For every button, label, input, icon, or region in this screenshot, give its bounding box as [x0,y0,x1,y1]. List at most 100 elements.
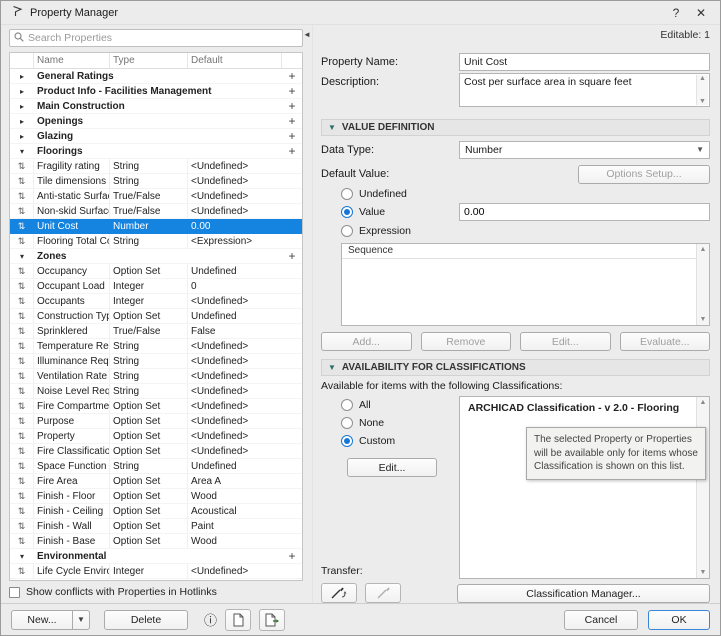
pickup-parameters-button[interactable] [321,583,357,603]
property-name-input[interactable] [459,52,710,71]
property-row[interactable]: ⇅Anti-static SurfaceTrue/False<Undefined… [10,189,302,204]
property-row[interactable]: ⇅ Space Function String Undefined [10,459,302,474]
cancel-button[interactable]: Cancel [564,609,638,630]
radio-expression[interactable]: Expression [341,223,710,239]
property-row[interactable]: ⇅Life Cycle Environ...Integer<Undefined> [10,564,302,579]
property-group-row[interactable]: ▸ Glazing + [10,129,302,144]
classification-list[interactable]: ARCHICAD Classification - v 2.0 - Floori… [459,396,710,579]
property-row[interactable]: ⇅ Fragility rating String <Undefined> [10,159,302,174]
delete-button[interactable]: Delete [104,609,188,630]
scroll-down-icon[interactable]: ▼ [699,98,706,105]
add-property-icon[interactable]: + [282,99,302,113]
panel-splitter[interactable]: ◄ [303,25,313,603]
section-collapse-icon[interactable]: ▼ [328,123,336,132]
radio-custom-circle[interactable] [341,435,353,448]
property-row[interactable]: ⇅ Tile dimensions String <Undefined> [10,174,302,189]
conflicts-checkbox[interactable] [9,586,20,598]
property-group-row[interactable]: ▸ Main Construction + [10,99,302,114]
property-row[interactable]: ⇅Noise Level Requ...String<Undefined> [10,384,302,399]
section-collapse-icon[interactable]: ▼ [328,363,336,372]
new-button[interactable]: New... [11,609,73,630]
add-property-icon[interactable]: + [282,114,302,128]
property-row[interactable]: ⇅ Finish - Ceiling Option Set Acoustical [10,504,302,519]
scroll-up-icon[interactable]: ▲ [699,75,706,82]
radio-none-circle[interactable] [341,417,353,430]
property-row[interactable]: ⇅Construction TypesOption SetUndefined [10,309,302,324]
classification-item[interactable]: ARCHICAD Classification - v 2.0 - Floori… [460,397,709,419]
property-row[interactable]: ⇅Flooring Total CostString<Expression> [10,234,302,249]
ok-button[interactable]: OK [648,609,710,630]
data-type-select[interactable]: Number ▼ [459,140,710,159]
close-button[interactable]: ✕ [692,6,710,20]
add-property-icon[interactable]: + [282,549,302,563]
availability-header[interactable]: ▼ AVAILABILITY FOR CLASSIFICATIONS [321,359,710,377]
group-collapsed-icon[interactable]: ▸ [10,72,34,81]
property-group-row[interactable]: ▾ Environmental + [10,549,302,564]
add-button[interactable]: Add... [321,332,412,352]
sequence-list[interactable]: Sequence ▲ ▼ [341,243,710,327]
new-dropdown-arrow-icon[interactable]: ▼ [73,609,90,630]
radio-all-circle[interactable] [341,399,353,412]
column-header-type[interactable]: Type [110,53,188,68]
property-row[interactable]: ⇅ Property Option Set <Undefined> [10,429,302,444]
column-header-name[interactable]: Name [34,53,110,68]
property-row[interactable]: ⇅ Finish - Floor Option Set Wood [10,489,302,504]
group-expanded-icon[interactable]: ▾ [10,147,34,156]
group-expanded-icon[interactable]: ▾ [10,252,34,261]
group-collapsed-icon[interactable]: ▸ [10,117,34,126]
group-expanded-icon[interactable]: ▾ [10,552,34,561]
sequence-scrollbar[interactable]: ▲ ▼ [696,244,709,326]
property-group-row[interactable]: ▸ Openings + [10,114,302,129]
description-input[interactable]: Cost per surface area in square feet ▲ ▼ [459,72,710,107]
group-collapsed-icon[interactable]: ▸ [10,132,34,141]
radio-undefined-circle[interactable] [341,187,353,200]
classification-manager-button[interactable]: Classification Manager... [457,584,710,603]
property-row[interactable]: ⇅ Fire Compartment Option Set <Undefined> [10,399,302,414]
property-row[interactable]: ⇅ Occupancy Option Set Undefined [10,264,302,279]
help-button[interactable]: ? [667,6,685,20]
property-row[interactable]: ⇅ Sprinklered True/False False [10,324,302,339]
property-row[interactable]: ⇅Illuminance Requ...String<Undefined> [10,354,302,369]
radio-value-circle[interactable] [341,206,353,219]
duplicate-property-button[interactable] [225,608,252,631]
radio-expression-circle[interactable] [341,225,353,238]
collapse-panel-icon[interactable]: ◄ [303,30,311,39]
group-collapsed-icon[interactable]: ▸ [10,102,34,111]
property-row[interactable]: ⇅Temperature Requ..String<Undefined> [10,339,302,354]
value-definition-header[interactable]: ▼ VALUE DEFINITION [321,118,710,136]
add-property-icon[interactable]: + [282,69,302,83]
property-group-row[interactable]: ▸ General Ratings + [10,69,302,84]
import-export-button[interactable] [259,608,286,631]
property-row[interactable]: ⇅ Fire Classification Option Set <Undefined… [10,444,302,459]
property-row[interactable]: ⇅ Purpose Option Set <Undefined> [10,414,302,429]
group-collapsed-icon[interactable]: ▸ [10,87,34,96]
radio-value[interactable]: Value [341,203,710,222]
radio-undefined[interactable]: Undefined [341,186,710,202]
property-row[interactable]: ⇅ Occupant Load Integer 0 [10,279,302,294]
property-row[interactable]: ⇅ Occupants Integer <Undefined> [10,294,302,309]
options-setup-button[interactable]: Options Setup... [578,164,710,184]
property-group-row[interactable]: ▸ Product Info - Facilities Management + [10,84,302,99]
property-group-row[interactable]: ▾ Floorings + [10,144,302,159]
default-value-input[interactable] [459,203,710,222]
add-property-icon[interactable]: + [282,249,302,263]
property-row[interactable]: ⇅ Non-skid Surface True/False <Undefined> [10,204,302,219]
property-row[interactable]: ⇅Ventilation Rate ...String<Undefined> [10,369,302,384]
add-property-icon[interactable]: + [282,84,302,98]
radio-none[interactable]: None [341,414,459,432]
add-property-icon[interactable]: + [282,144,302,158]
add-property-icon[interactable]: + [282,129,302,143]
info-icon[interactable]: ⓘ [204,610,217,629]
property-row[interactable]: ⇅ Unit Cost Number 0.00 [10,219,302,234]
scroll-up-icon[interactable]: ▲ [700,246,707,253]
radio-all[interactable]: All [341,396,459,414]
column-header-default[interactable]: Default [188,53,282,68]
property-row[interactable]: ⇅ Finish - Base Option Set Wood [10,534,302,549]
scroll-down-icon[interactable]: ▼ [700,569,707,576]
classification-edit-button[interactable]: Edit... [347,458,437,478]
scroll-up-icon[interactable]: ▲ [700,399,707,406]
inject-parameters-button[interactable] [365,583,401,603]
classification-scrollbar[interactable]: ▲ ▼ [696,397,709,578]
evaluate-button[interactable]: Evaluate... [619,332,710,352]
remove-button[interactable]: Remove [420,332,511,352]
